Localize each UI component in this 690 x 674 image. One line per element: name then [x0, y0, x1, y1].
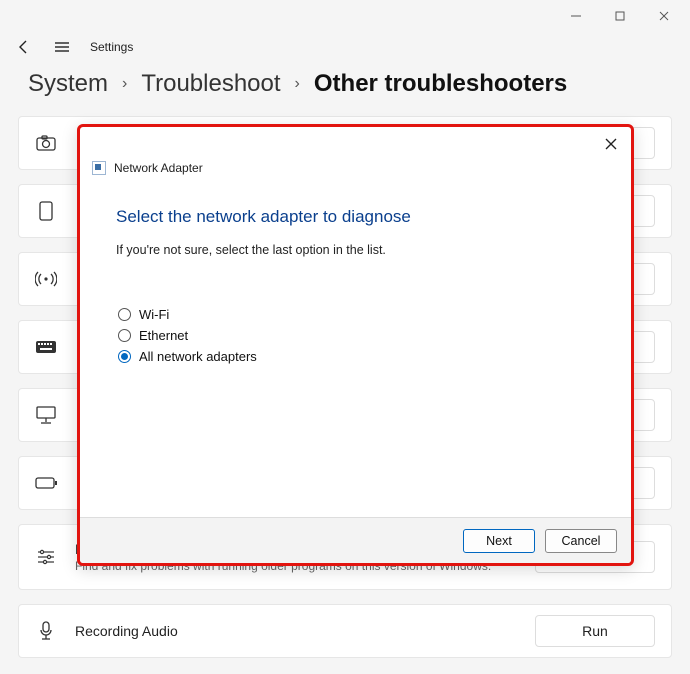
- breadcrumb-current: Other troubleshooters: [314, 70, 567, 98]
- dialog-subtext: If you're not sure, select the last opti…: [116, 243, 601, 257]
- back-button[interactable]: [14, 37, 34, 57]
- radio-wifi[interactable]: Wi-Fi: [118, 307, 601, 322]
- radio-icon: [118, 350, 131, 363]
- dialog-title-row: Network Adapter: [80, 161, 631, 179]
- antenna-icon: [35, 270, 57, 288]
- microphone-icon: [35, 621, 57, 641]
- radio-all-adapters[interactable]: All network adapters: [118, 349, 601, 364]
- troubleshooter-icon: [92, 161, 106, 175]
- list-item[interactable]: Recording Audio Run: [18, 604, 672, 658]
- display-icon: [35, 406, 57, 424]
- radio-label: Wi-Fi: [139, 307, 169, 322]
- radio-ethernet[interactable]: Ethernet: [118, 328, 601, 343]
- breadcrumb-troubleshoot[interactable]: Troubleshoot: [141, 70, 280, 98]
- window-titlebar: [0, 0, 690, 32]
- keyboard-icon: [35, 340, 57, 354]
- breadcrumb: System › Troubleshoot › Other troublesho…: [0, 62, 690, 116]
- maximize-button[interactable]: [598, 2, 642, 30]
- radio-label: All network adapters: [139, 349, 257, 364]
- next-button[interactable]: Next: [463, 529, 535, 553]
- menu-button[interactable]: [52, 37, 72, 57]
- network-adapter-dialog: Network Adapter Select the network adapt…: [77, 124, 634, 566]
- chevron-right-icon: ›: [122, 75, 127, 93]
- close-icon[interactable]: [601, 134, 621, 154]
- app-header: Settings: [0, 32, 690, 62]
- dialog-title: Network Adapter: [114, 161, 203, 175]
- close-window-button[interactable]: [642, 2, 686, 30]
- chevron-right-icon: ›: [295, 75, 300, 93]
- row-label: Recording Audio: [75, 623, 517, 639]
- battery-icon: [35, 477, 57, 489]
- phone-icon: [35, 201, 57, 221]
- radio-group: Wi-Fi Ethernet All network adapters: [116, 307, 601, 364]
- settings-sliders-icon: [35, 549, 57, 565]
- radio-icon: [118, 308, 131, 321]
- app-label: Settings: [90, 40, 133, 54]
- cancel-button[interactable]: Cancel: [545, 529, 617, 553]
- run-button[interactable]: Run: [535, 615, 655, 647]
- radio-icon: [118, 329, 131, 342]
- dialog-footer: Next Cancel: [80, 517, 631, 563]
- camera-icon: [35, 135, 57, 151]
- radio-label: Ethernet: [139, 328, 188, 343]
- breadcrumb-system[interactable]: System: [28, 70, 108, 98]
- dialog-heading: Select the network adapter to diagnose: [116, 207, 601, 227]
- minimize-button[interactable]: [554, 2, 598, 30]
